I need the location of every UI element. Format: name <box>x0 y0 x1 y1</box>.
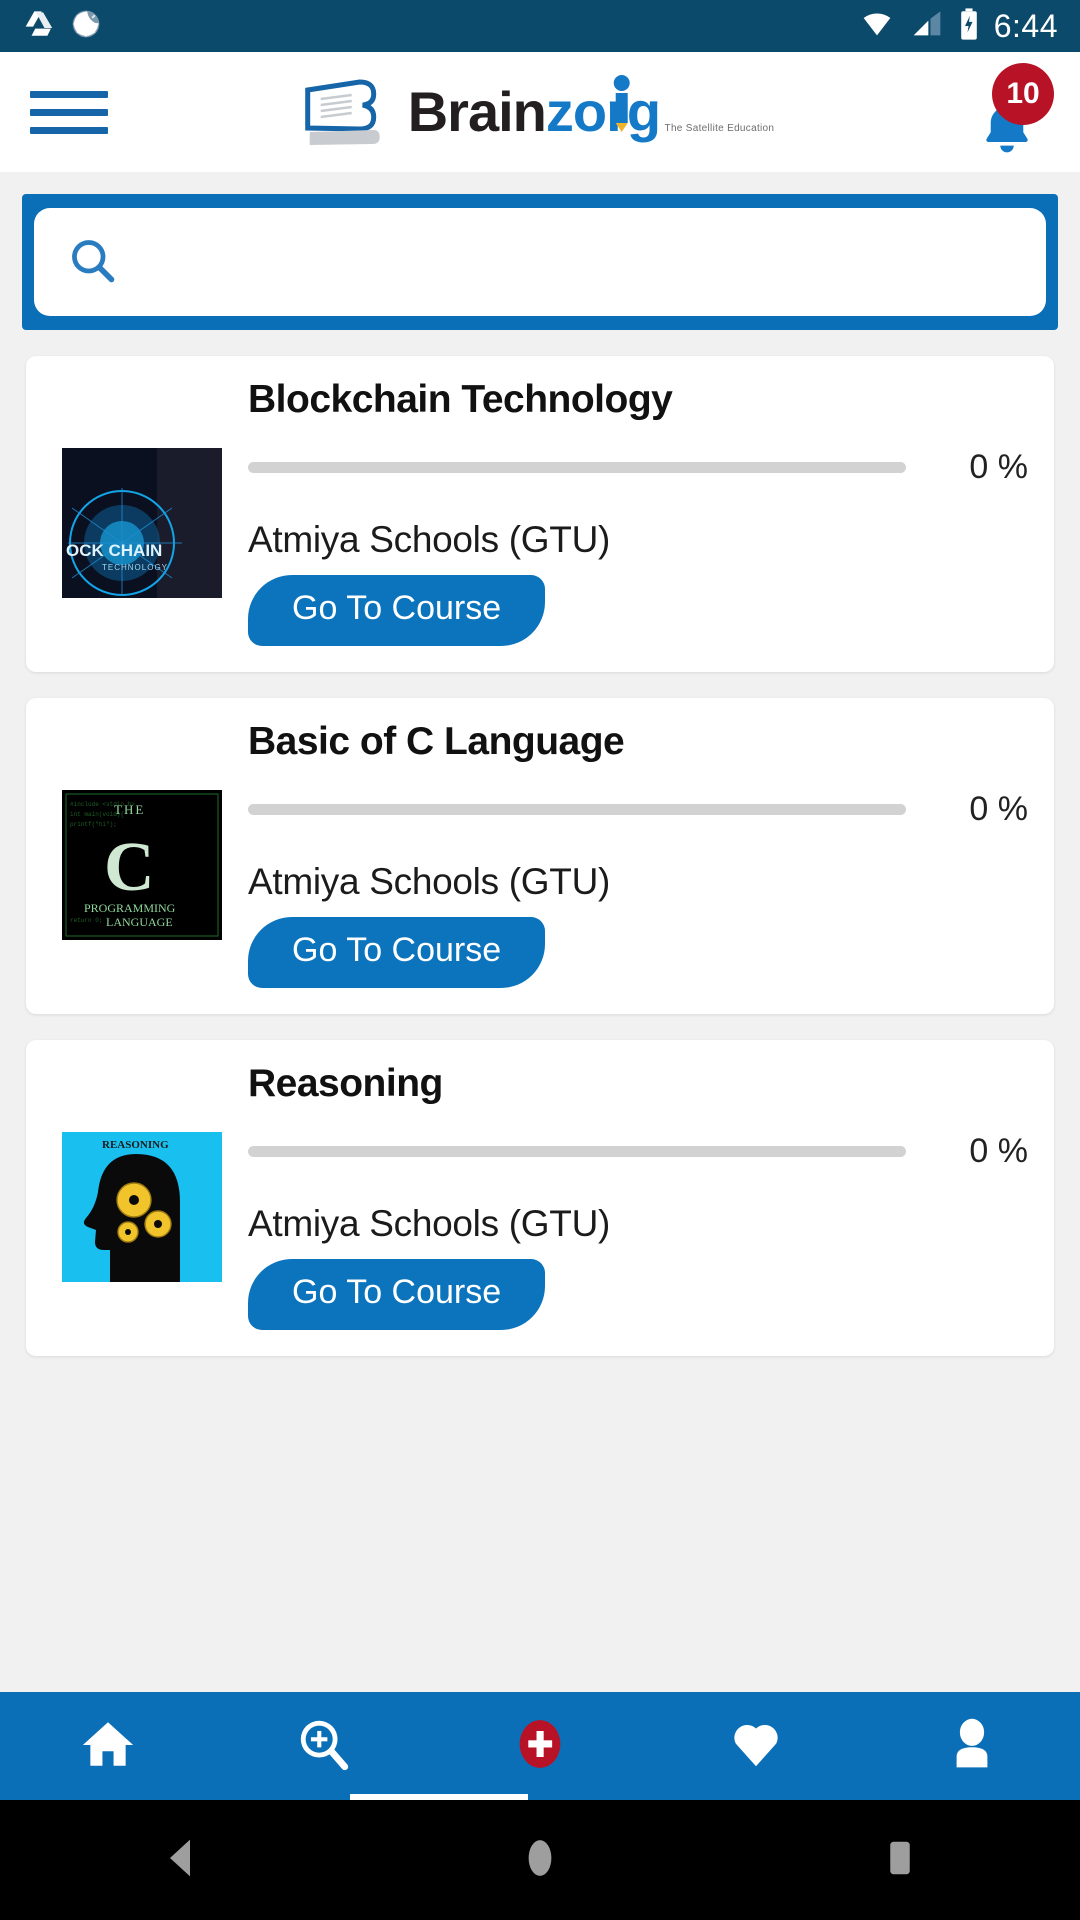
google-drive-icon <box>22 8 56 45</box>
open-book-icon <box>302 76 394 148</box>
course-card-main: 0 % Atmiya Schools (GTU) Go To Course <box>248 1132 1028 1330</box>
course-provider: Atmiya Schools (GTU) <box>248 1203 611 1244</box>
search-icon <box>66 234 118 291</box>
progress-percent-label: 0 % <box>969 1132 1028 1170</box>
logo-brand-first: Brain <box>407 80 547 143</box>
notifications-button[interactable]: 10 <box>972 63 1054 157</box>
svg-text:printf("hi");: printf("hi"); <box>70 821 117 828</box>
course-list: Blockchain Technology OCK CHAIN TECHNOLO… <box>0 330 1080 1356</box>
cellular-signal-icon <box>910 8 944 45</box>
course-provider: Atmiya Schools (GTU) <box>248 861 611 902</box>
system-back-button[interactable] <box>0 1838 360 1883</box>
logo-tagline: The Satellite Education <box>664 123 775 134</box>
wifi-icon <box>856 8 898 45</box>
bottom-nav-active-indicator <box>349 1794 529 1800</box>
reasoning-thumbnail: REASONING <box>62 1132 222 1282</box>
status-bar-clock: 6:44 <box>993 7 1058 44</box>
course-progress-row: 0 % <box>248 790 1028 829</box>
course-card-main: 0 % Atmiya Schools (GTU) Go To Course <box>248 448 1028 646</box>
search-bar-container <box>22 194 1058 330</box>
nav-item-home[interactable] <box>0 1692 216 1800</box>
app-logo[interactable]: Brainzorg The Satellite Education <box>302 75 779 148</box>
go-to-course-button[interactable]: Go To Course <box>248 917 546 988</box>
add-circle-icon <box>514 1714 566 1779</box>
status-bar-right-icons: 6:44 <box>856 7 1058 46</box>
course-card[interactable]: Blockchain Technology OCK CHAIN TECHNOLO… <box>26 356 1054 672</box>
course-card[interactable]: Basic of C Language #include <stdio.h> i… <box>26 698 1054 1014</box>
person-icon <box>944 1715 1000 1778</box>
recents-square-icon <box>887 1838 913 1883</box>
progress-percent-label: 0 % <box>969 790 1028 828</box>
search-input[interactable] <box>138 242 1014 282</box>
course-progress-row: 0 % <box>248 448 1028 487</box>
person-pencil-icon <box>611 74 633 136</box>
c-language-thumbnail: #include <stdio.h> int main(void){ print… <box>62 790 222 940</box>
blockchain-technology-thumbnail: OCK CHAIN TECHNOLOGY <box>62 448 222 598</box>
svg-text:OCK CHAIN: OCK CHAIN <box>66 541 162 560</box>
app-header: Brainzorg The Satellite Education 10 <box>0 52 1080 172</box>
course-title: Basic of C Language <box>248 720 625 763</box>
course-card-body: REASONING 0 % Atmiya Schools (GTU) Go To… <box>62 1132 1028 1330</box>
go-to-course-button[interactable]: Go To Course <box>248 1259 546 1330</box>
home-circle-icon <box>527 1836 553 1885</box>
status-bar: 6:44 <box>0 0 1080 52</box>
svg-text:LANGUAGE: LANGUAGE <box>106 915 173 929</box>
battery-charging-icon <box>956 7 982 46</box>
svg-text:C: C <box>104 829 155 906</box>
hamburger-menu-icon[interactable] <box>30 90 108 134</box>
nav-item-profile[interactable] <box>864 1692 1080 1800</box>
svg-text:PROGRAMMING: PROGRAMMING <box>84 901 176 915</box>
status-bar-left-icons <box>22 8 102 45</box>
course-card-body: OCK CHAIN TECHNOLOGY 0 % Atmiya Schools … <box>62 448 1028 646</box>
course-card[interactable]: Reasoning REASONING 0 % Atmiya Schools (… <box>26 1040 1054 1356</box>
go-to-course-button[interactable]: Go To Course <box>248 575 546 646</box>
course-title: Reasoning <box>248 1062 443 1105</box>
nav-item-search[interactable] <box>216 1692 432 1800</box>
home-icon <box>79 1715 137 1778</box>
search-zoom-icon <box>295 1715 353 1778</box>
progress-bar <box>248 804 906 815</box>
android-system-navigation-bar <box>0 1800 1080 1920</box>
svg-text:TECHNOLOGY: TECHNOLOGY <box>102 563 168 572</box>
svg-text:REASONING: REASONING <box>102 1139 169 1151</box>
course-title: Blockchain Technology <box>248 378 673 421</box>
progress-bar <box>248 1146 906 1157</box>
bottom-navigation-bar <box>0 1692 1080 1800</box>
course-card-main: 0 % Atmiya Schools (GTU) Go To Course <box>248 790 1028 988</box>
course-card-body: #include <stdio.h> int main(void){ print… <box>62 790 1028 988</box>
progress-bar <box>248 462 906 473</box>
search-field-wrapper[interactable] <box>34 208 1046 316</box>
nav-item-add[interactable] <box>432 1692 648 1800</box>
back-triangle-icon <box>162 1838 198 1883</box>
svg-text:return 0; }: return 0; } <box>70 917 110 924</box>
phone-screen: 6:44 Brainzorg The Satellite Education 1… <box>0 0 1080 1920</box>
course-progress-row: 0 % <box>248 1132 1028 1171</box>
notification-badge-count: 10 <box>992 63 1054 125</box>
system-home-button[interactable] <box>360 1836 720 1885</box>
svg-text:THE: THE <box>114 802 145 817</box>
heart-icon <box>727 1715 785 1778</box>
course-provider: Atmiya Schools (GTU) <box>248 519 611 560</box>
logo-text-block: Brainzorg The Satellite Education <box>408 75 779 140</box>
system-recents-button[interactable] <box>720 1838 1080 1883</box>
sync-spinner-icon <box>70 8 102 45</box>
logo-brand-second: zorg <box>545 80 661 143</box>
nav-item-favourites[interactable] <box>648 1692 864 1800</box>
progress-percent-label: 0 % <box>969 448 1028 486</box>
